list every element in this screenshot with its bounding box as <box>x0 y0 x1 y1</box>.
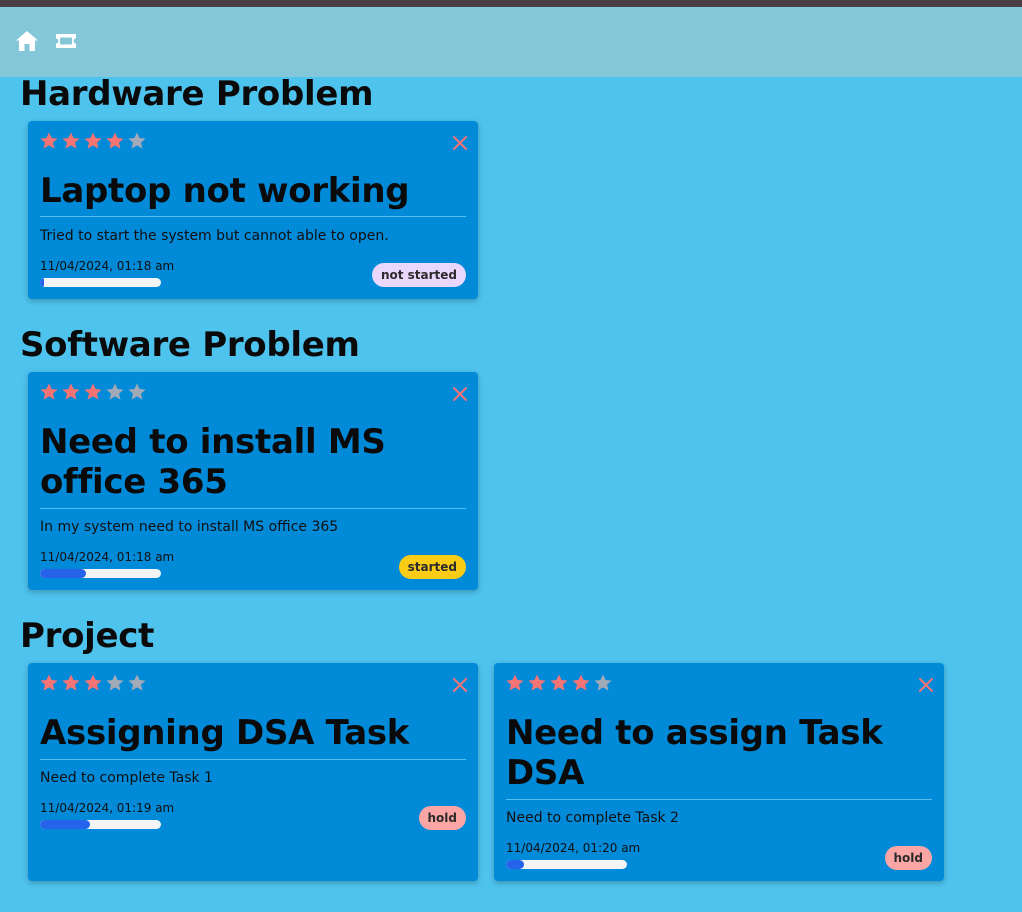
ticket-card: Laptop not working Tried to start the sy… <box>28 121 478 299</box>
ticket-card: Need to assign Task DSA Need to complete… <box>494 663 944 881</box>
star-filled-icon[interactable] <box>527 673 547 693</box>
progress-bar <box>506 860 627 869</box>
status-badge[interactable]: started <box>398 555 466 579</box>
progress-bar <box>40 278 161 287</box>
star-filled-icon[interactable] <box>39 673 59 693</box>
progress-fill <box>506 860 525 869</box>
section-title: Project <box>20 616 155 656</box>
star-empty-icon[interactable] <box>127 382 147 402</box>
divider <box>40 508 466 509</box>
progress-fill <box>40 278 44 287</box>
star-empty-icon[interactable] <box>127 673 147 693</box>
card-description: In my system need to install MS office 3… <box>40 519 339 535</box>
card-timestamp: 11/04/2024, 01:18 am <box>40 259 175 273</box>
star-filled-icon[interactable] <box>549 673 569 693</box>
star-filled-icon[interactable] <box>61 673 81 693</box>
card-timestamp: 11/04/2024, 01:19 am <box>40 801 175 815</box>
home-icon[interactable] <box>14 28 40 54</box>
ticket-icon[interactable] <box>53 28 79 54</box>
star-filled-icon[interactable] <box>61 382 81 402</box>
star-filled-icon[interactable] <box>571 673 591 693</box>
card-description: Need to complete Task 1 <box>40 770 213 786</box>
section-title: Software Problem <box>20 325 360 365</box>
star-filled-icon[interactable] <box>83 131 103 151</box>
card-title: Assigning DSA Task <box>40 713 410 753</box>
progress-fill <box>40 820 90 829</box>
close-icon[interactable] <box>918 677 934 693</box>
close-icon[interactable] <box>452 386 468 402</box>
ticket-card: Need to install MS office 365 In my syst… <box>28 372 478 590</box>
star-empty-icon[interactable] <box>127 131 147 151</box>
card-description: Need to complete Task 2 <box>506 810 679 826</box>
status-badge[interactable]: hold <box>418 806 466 830</box>
rating-stars[interactable] <box>505 673 615 693</box>
star-empty-icon[interactable] <box>593 673 613 693</box>
divider <box>40 759 466 760</box>
progress-fill <box>40 569 86 578</box>
rating-stars[interactable] <box>39 673 149 693</box>
star-filled-icon[interactable] <box>83 382 103 402</box>
rating-stars[interactable] <box>39 382 149 402</box>
section-title: Hardware Problem <box>20 74 374 114</box>
card-title: Need to install MS office 365 <box>40 422 386 502</box>
star-filled-icon[interactable] <box>39 131 59 151</box>
divider <box>506 799 932 800</box>
card-timestamp: 11/04/2024, 01:18 am <box>40 550 175 564</box>
star-empty-icon[interactable] <box>105 673 125 693</box>
navbar <box>0 7 1022 77</box>
status-badge[interactable]: not started <box>371 263 466 287</box>
star-empty-icon[interactable] <box>105 382 125 402</box>
close-icon[interactable] <box>452 135 468 151</box>
close-icon[interactable] <box>452 677 468 693</box>
divider <box>40 216 466 217</box>
card-timestamp: 11/04/2024, 01:20 am <box>506 841 641 855</box>
rating-stars[interactable] <box>39 131 149 151</box>
window-top-strip <box>0 0 1022 7</box>
star-filled-icon[interactable] <box>105 131 125 151</box>
card-title: Laptop not working <box>40 171 410 211</box>
card-description: Tried to start the system but cannot abl… <box>40 228 389 244</box>
star-filled-icon[interactable] <box>39 382 59 402</box>
status-badge[interactable]: hold <box>884 846 932 870</box>
progress-bar <box>40 820 161 829</box>
progress-bar <box>40 569 161 578</box>
star-filled-icon[interactable] <box>83 673 103 693</box>
star-filled-icon[interactable] <box>61 131 81 151</box>
star-filled-icon[interactable] <box>505 673 525 693</box>
ticket-card: Assigning DSA Task Need to complete Task… <box>28 663 478 881</box>
card-title: Need to assign Task DSA <box>506 713 883 793</box>
